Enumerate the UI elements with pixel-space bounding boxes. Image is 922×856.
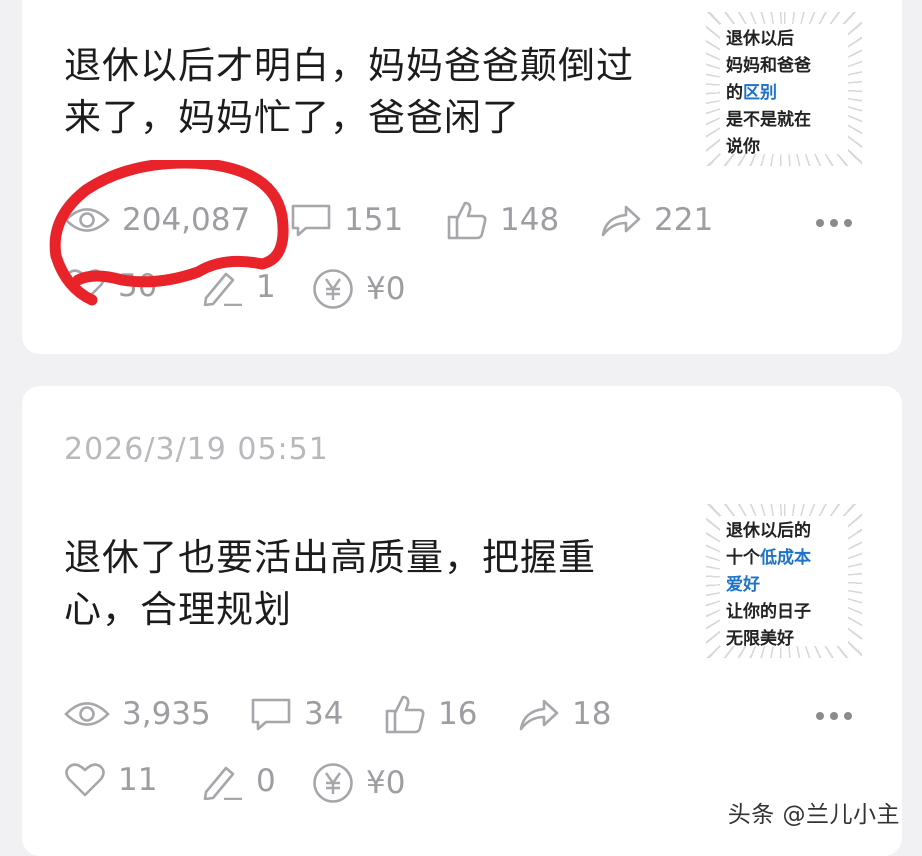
thumb-text: 说你	[726, 137, 760, 157]
share-icon	[600, 203, 654, 237]
comments-count: 151	[344, 202, 404, 238]
thumb-text: 低成本	[760, 548, 811, 568]
share-icon	[518, 697, 572, 731]
thumb-text: 十个	[726, 548, 760, 568]
thumb-text: 无限美好	[726, 629, 794, 649]
yen-icon	[312, 762, 366, 804]
article-thumbnail[interactable]: 退休以后 妈妈和爸爸 的区别 是不是就在 说你	[706, 12, 862, 166]
views-count: 204,087	[122, 202, 251, 238]
thumb-text: 的	[726, 83, 743, 103]
thumb-text: 妈妈和爸爸	[726, 56, 811, 76]
pencil-icon	[200, 762, 256, 800]
thumbs-up-icon	[446, 200, 500, 240]
thumb-text: 退休以后的	[726, 521, 811, 541]
eye-icon	[64, 205, 122, 235]
comments-stat[interactable]: 34	[250, 696, 343, 732]
article-thumbnail[interactable]: 退休以后的 十个低成本 爱好 让你的日子 无限美好	[706, 504, 862, 658]
earnings-amount: ¥0	[366, 765, 406, 801]
shares-stat[interactable]: 221	[600, 202, 713, 238]
publish-date: 2026/3/19 05:51	[64, 432, 329, 467]
article-title[interactable]: 退休以后才明白，妈妈爸爸颠倒过来了，妈妈忙了，爸爸闲了	[64, 40, 654, 144]
comment-icon	[290, 203, 344, 237]
article-title[interactable]: 退休了也要活出高质量，把握重心，合理规划	[64, 532, 654, 636]
likes-count: 148	[500, 202, 560, 238]
more-icon[interactable]	[816, 712, 852, 720]
more-icon[interactable]	[816, 219, 852, 227]
favorites-stat[interactable]: 50	[64, 268, 157, 304]
thumb-text: 区别	[743, 83, 777, 103]
earnings-amount: ¥0	[366, 271, 406, 307]
earnings-stat: ¥0	[312, 762, 405, 804]
views-stat: 204,087	[64, 202, 250, 238]
shares-count: 221	[654, 202, 714, 238]
earnings-stat: ¥0	[312, 268, 405, 310]
heart-icon	[64, 268, 118, 304]
edits-count: 1	[256, 269, 276, 305]
thumb-text: 退休以后	[726, 29, 794, 49]
favorites-stat[interactable]: 11	[64, 762, 157, 798]
pencil-icon	[200, 268, 256, 306]
article-card[interactable]: 退休以后才明白，妈妈爸爸颠倒过来了，妈妈忙了，爸爸闲了 退休以后 妈妈和爸爸 的…	[22, 0, 902, 354]
eye-icon	[64, 699, 122, 729]
comments-count: 34	[304, 696, 344, 732]
likes-count: 16	[438, 696, 478, 732]
favorites-count: 11	[118, 762, 158, 798]
thumb-text: 让你的日子	[726, 602, 811, 622]
comment-icon	[250, 697, 304, 731]
comments-stat[interactable]: 151	[290, 202, 403, 238]
watermark: 头条 @兰儿小主	[727, 802, 900, 828]
thumb-text: 是不是就在	[726, 110, 811, 130]
thumb-text: 爱好	[726, 575, 760, 595]
shares-count: 18	[572, 696, 612, 732]
heart-icon	[64, 762, 118, 798]
shares-stat[interactable]: 18	[518, 696, 611, 732]
likes-stat[interactable]: 16	[384, 694, 477, 734]
views-count: 3,935	[122, 696, 211, 732]
favorites-count: 50	[118, 268, 158, 304]
yen-icon	[312, 268, 366, 310]
edits-stat: 0	[200, 762, 276, 800]
views-stat: 3,935	[64, 696, 211, 732]
edits-stat: 1	[200, 268, 276, 306]
article-card[interactable]: 2026/3/19 05:51 退休了也要活出高质量，把握重心，合理规划 退休以…	[22, 386, 902, 856]
thumbs-up-icon	[384, 694, 438, 734]
edits-count: 0	[256, 763, 276, 799]
likes-stat[interactable]: 148	[446, 200, 559, 240]
